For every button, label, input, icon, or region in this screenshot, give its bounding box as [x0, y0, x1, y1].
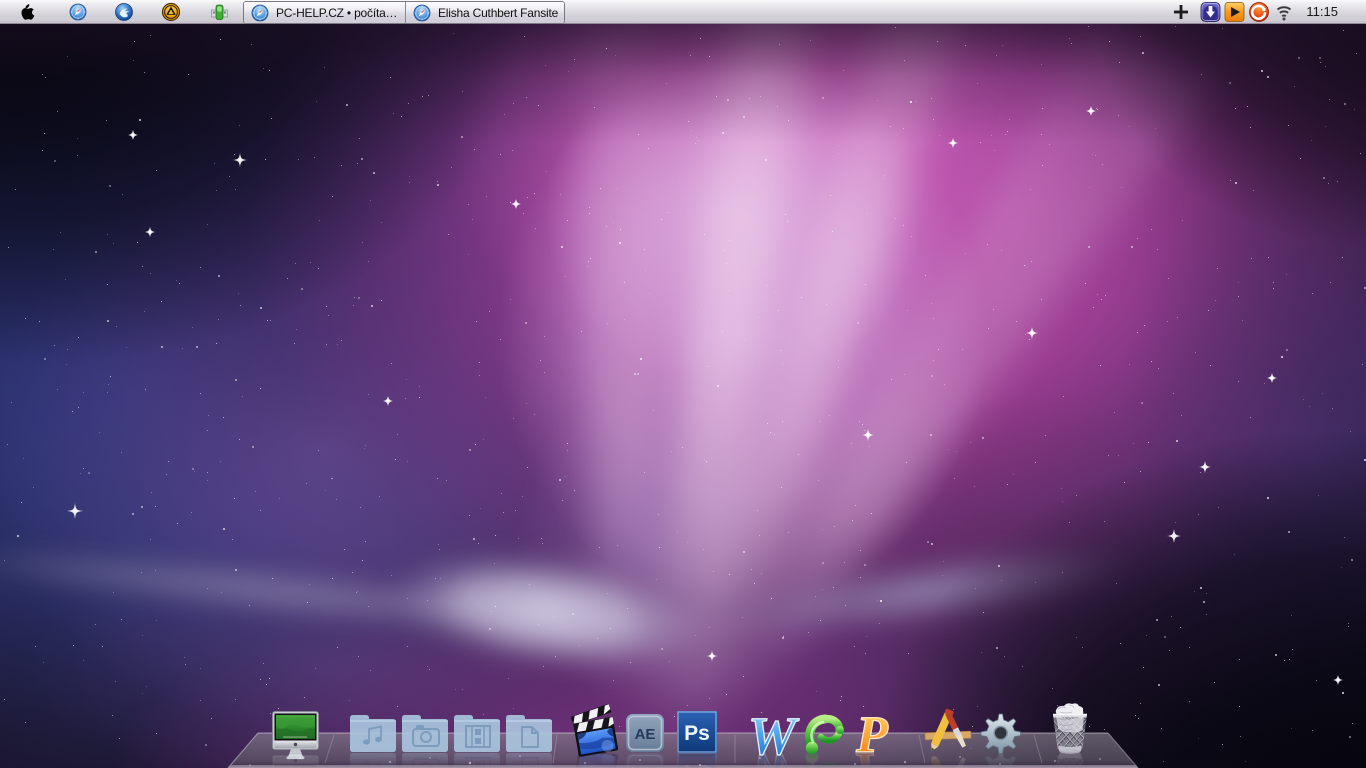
svg-text:AE: AE — [635, 726, 656, 743]
svg-text:Ps: Ps — [684, 722, 710, 745]
svg-text:W: W — [748, 706, 800, 766]
svg-text:P: P — [855, 707, 889, 764]
